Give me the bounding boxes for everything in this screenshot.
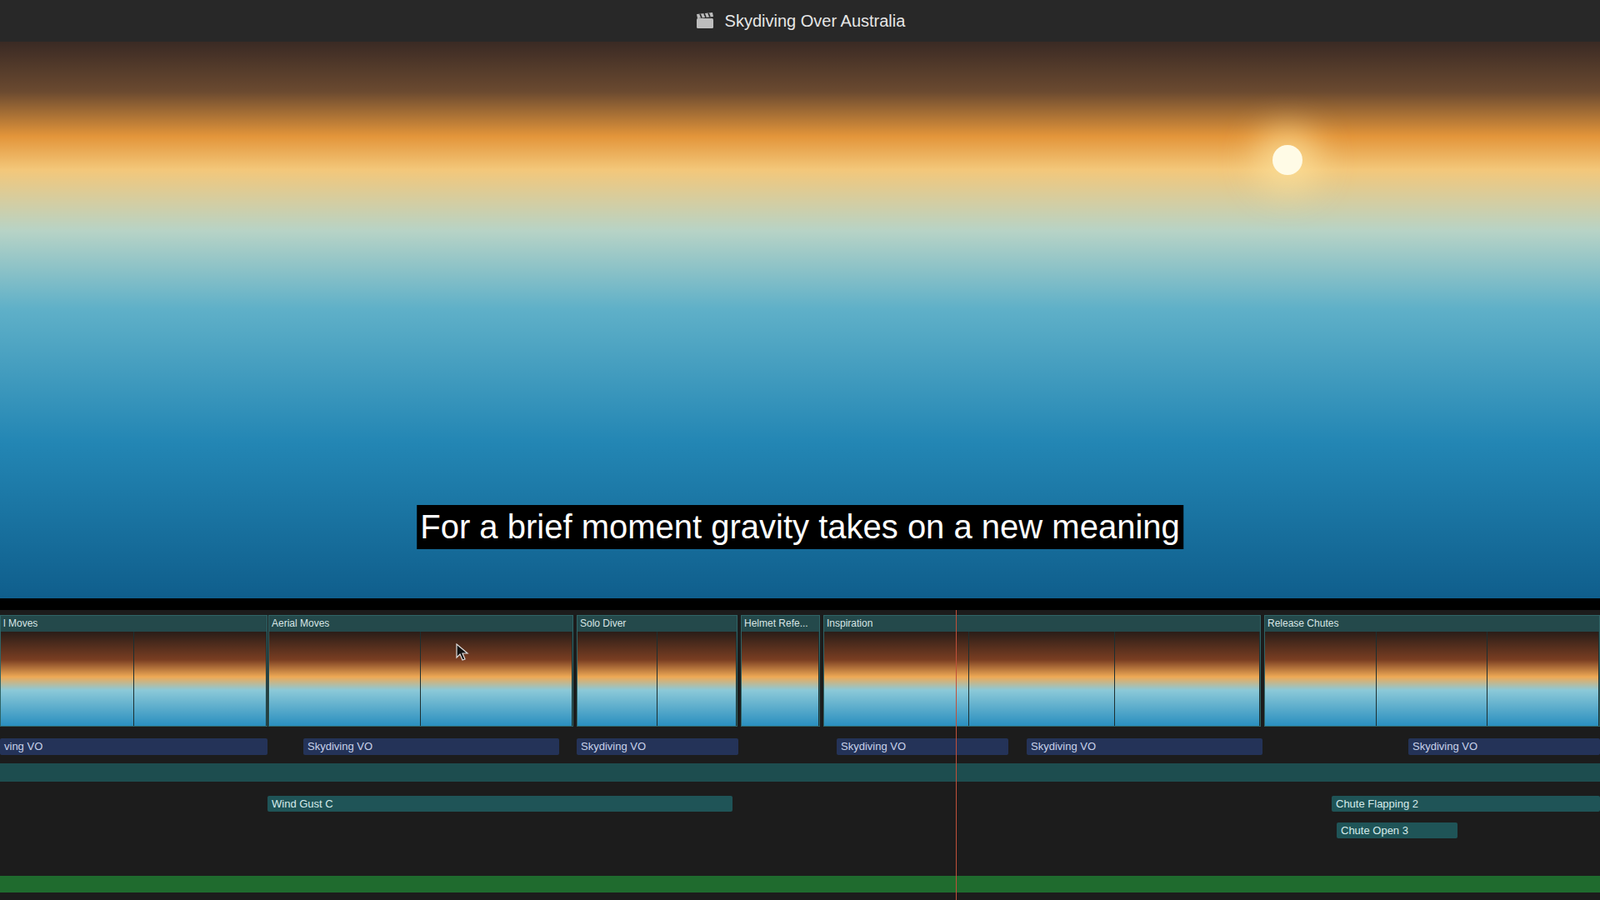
clip-filmstrip <box>1265 631 1600 726</box>
caption: For a brief moment gravity takes on a ne… <box>416 505 1184 550</box>
clip-title: Solo Diver <box>577 615 737 632</box>
video-clip[interactable]: Solo Diver <box>576 615 738 727</box>
connected-lane <box>0 763 1600 782</box>
clip-filmstrip <box>0 631 267 726</box>
sun <box>1272 145 1303 175</box>
voiceover-clip[interactable]: Skydiving VO <box>576 738 739 755</box>
app-window: Skydiving Over Australia For a brief mome… <box>0 0 1600 900</box>
sound-effect-clip[interactable]: Chute Flapping 2 <box>1331 795 1600 812</box>
video-clip[interactable]: Inspiration <box>823 615 1261 727</box>
voiceover-clip[interactable]: ving VO <box>0 738 268 755</box>
clip-title: l Moves <box>0 615 267 632</box>
timeline[interactable]: l MovesAerial MovesSolo DiverHelmet Refe… <box>0 610 1600 900</box>
sound-effect-clip[interactable]: Chute Open 3 <box>1336 822 1458 839</box>
voiceover-clip[interactable]: Skydiving VO <box>1026 738 1263 755</box>
sound-effect-clip[interactable]: Wind Gust C <box>267 795 733 812</box>
viewer: For a brief moment gravity takes on a ne… <box>0 41 1600 599</box>
clip-filmstrip <box>577 631 737 726</box>
clip-filmstrip <box>741 631 820 726</box>
clip-title: Release Chutes <box>1265 615 1600 632</box>
video-clip[interactable]: Aerial Moves <box>268 615 574 727</box>
video-clip[interactable]: l Moves <box>0 615 268 727</box>
voiceover-clip[interactable]: Skydiving VO <box>836 738 1009 755</box>
clip-title: Aerial Moves <box>269 615 573 632</box>
voiceover-clip[interactable]: Skydiving VO <box>303 738 560 755</box>
clapper-icon <box>695 11 715 30</box>
video-clip[interactable]: Release Chutes <box>1264 615 1600 727</box>
clip-title: Inspiration <box>824 615 1260 632</box>
voiceover-clip[interactable]: Skydiving VO <box>1408 738 1600 755</box>
clip-title: Helmet Refe... <box>741 615 820 632</box>
title-bar: Skydiving Over Australia <box>0 0 1600 42</box>
clip-filmstrip <box>269 631 573 726</box>
playhead[interactable] <box>955 610 957 900</box>
video-clip[interactable]: Helmet Refe... <box>740 615 820 727</box>
mouse-pointer-icon <box>455 643 470 662</box>
window-title: Skydiving Over Australia <box>725 8 906 34</box>
music-track[interactable] <box>0 875 1600 893</box>
clip-filmstrip <box>824 631 1260 726</box>
